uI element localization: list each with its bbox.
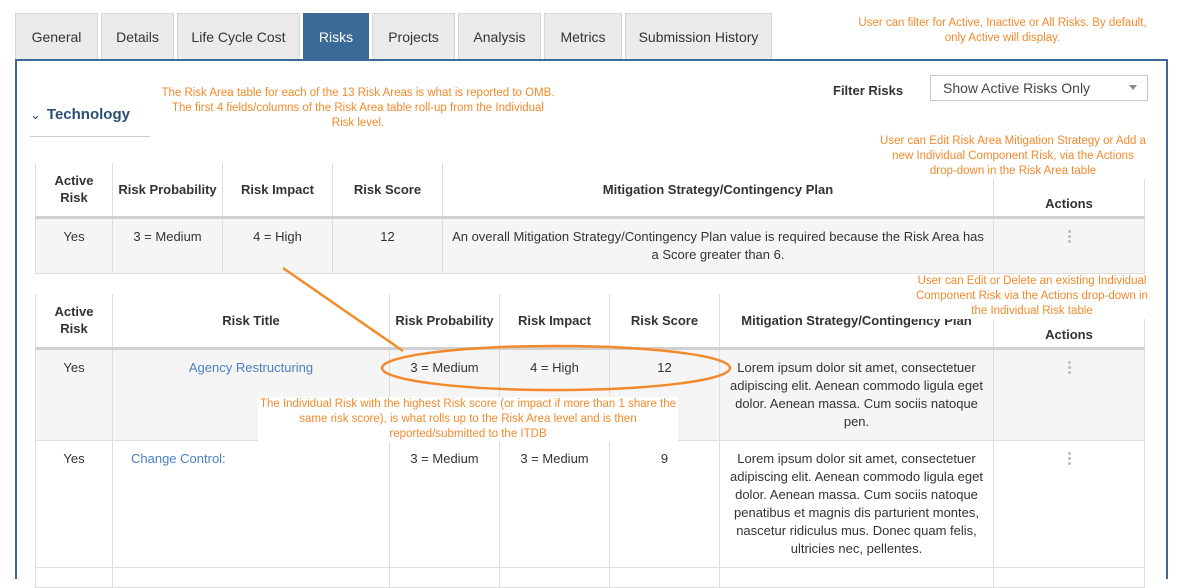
filter-risks-value: Show Active Risks Only [943,80,1091,96]
cell-score: 12 [332,216,443,274]
note-highest-risk: The Individual Risk with the highest Ris… [258,397,678,442]
tab-submission-history[interactable]: Submission History [625,13,772,59]
col-risk-probability: Risk Probability [389,294,500,350]
cell-probability: 3 = Medium [112,216,223,274]
cell-mitigation: Lorem ipsum dolor sit amet, consectetuer… [719,439,994,568]
tab-projects[interactable]: Projects [372,13,455,59]
col-risk-impact: Risk Impact [499,294,610,350]
col-risk-title: Risk Title [112,294,390,350]
risk-title-link[interactable]: Agency Restructuring [189,360,313,375]
cell-actions [993,216,1145,274]
table-row [35,566,1145,588]
table-row: Yes Change Control: 3 = Medium 3 = Mediu… [35,439,1145,568]
tab-risks[interactable]: Risks [303,13,369,59]
cell-mitigation: Lorem ipsum dolor sit amet, consectetuer… [719,347,994,441]
risk-area-table: Active Risk Risk Probability Risk Impact… [35,163,1145,274]
filter-risks-label: Filter Risks [833,83,904,98]
cell-impact: 4 = High [222,216,333,274]
kebab-menu-icon[interactable] [1067,359,1071,376]
cell-title: Change Control: [112,439,390,568]
col-risk-probability: Risk Probability [112,163,223,219]
note-filter: User can filter for Active, Inactive or … [850,16,1155,46]
filter-risks-select[interactable]: Show Active Risks Only [930,75,1148,101]
section-divider [30,136,150,137]
cell-active: Yes [35,216,113,274]
tab-life-cycle-cost[interactable]: Life Cycle Cost [177,13,300,59]
col-risk-score: Risk Score [332,163,443,219]
risk-area-row: Yes 3 = Medium 4 = High 12 An overall Mi… [35,216,1145,274]
caret-down-icon [1129,85,1137,90]
note-edit-individual: User can Edit or Delete an existing Indi… [912,274,1152,319]
note-risk-area: The Risk Area table for each of the 13 R… [160,86,556,131]
cell-actions [993,439,1145,568]
section-technology[interactable]: ⌄ Technology [30,106,130,123]
note-edit-area: User can Edit Risk Area Mitigation Strat… [880,134,1146,179]
col-active-risk: Active Risk [35,163,113,219]
kebab-menu-icon[interactable] [1067,450,1071,467]
cell-mitigation: An overall Mitigation Strategy/Contingen… [442,216,994,274]
chevron-down-icon[interactable]: ⌄ [30,107,41,122]
tab-analysis[interactable]: Analysis [458,13,541,59]
tab-details[interactable]: Details [101,13,174,59]
col-active-risk: Active Risk [35,294,113,350]
tab-metrics[interactable]: Metrics [544,13,622,59]
section-title: Technology [46,106,130,123]
risk-title-link[interactable]: Change Control: [131,451,226,466]
cell-active: Yes [35,347,113,441]
cell-impact: 3 = Medium [499,439,610,568]
kebab-menu-icon[interactable] [1067,228,1071,245]
col-risk-score: Risk Score [609,294,720,350]
tab-general[interactable]: General [15,13,98,59]
col-risk-impact: Risk Impact [222,163,333,219]
cell-score: 9 [609,439,720,568]
cell-probability: 3 = Medium [389,439,500,568]
cell-actions [993,347,1145,441]
cell-active: Yes [35,439,113,568]
